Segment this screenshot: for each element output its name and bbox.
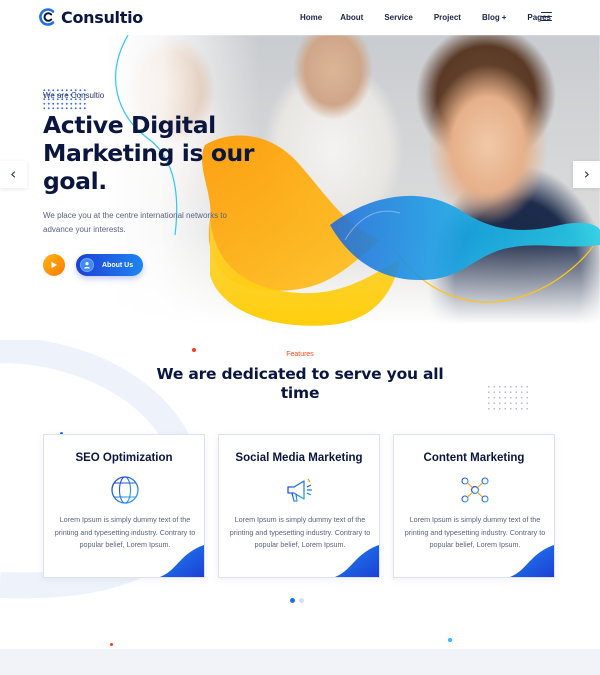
brand-logo[interactable]: Consultio: [38, 7, 143, 27]
chevron-right-icon: [584, 171, 589, 178]
feature-card-content[interactable]: Content Marketing Lorem Ipsum is simply …: [393, 434, 555, 578]
brand-name: Consultio: [61, 7, 143, 27]
globe-icon: [111, 476, 139, 504]
card-corner-wave: [160, 545, 204, 577]
card-title: Social Media Marketing: [235, 452, 363, 464]
nav-home[interactable]: Home: [300, 13, 322, 22]
site-header: Consultio Home About Service Project Blo…: [0, 0, 600, 35]
features-title: We are dedicated to serve you all time: [156, 365, 444, 402]
hero-eyebrow: We are Consultio: [43, 91, 105, 100]
card-corner-wave: [335, 545, 379, 577]
plus-icon: +: [501, 13, 507, 22]
decor-dot: [110, 643, 113, 646]
nav-blog-label: Blog: [481, 13, 500, 22]
megaphone-icon: [287, 478, 312, 502]
about-us-label: About Us: [102, 261, 134, 269]
slider-prev-button[interactable]: [0, 161, 27, 188]
play-video-button[interactable]: [43, 254, 65, 276]
logo-mark-icon: [39, 8, 55, 26]
features-dot-pattern: [486, 384, 532, 410]
decor-dot: [448, 638, 452, 642]
card-corner-wave: [510, 545, 554, 577]
feature-card-seo[interactable]: SEO Optimization Lorem Ipsum is simply d…: [43, 434, 205, 578]
hero-section: We are Consultio Active Digital Marketin…: [0, 35, 600, 340]
card-title: SEO Optimization: [75, 452, 173, 464]
network-users-icon: [461, 477, 489, 503]
nav-blog[interactable]: Blog +: [482, 13, 506, 22]
hero-title: Active Digital Marketing is our goal.: [43, 111, 255, 195]
pager-dot-active[interactable]: [290, 598, 295, 603]
nav-project[interactable]: Project: [434, 13, 461, 22]
next-section-band: [0, 649, 600, 675]
play-icon: [51, 261, 57, 269]
hamburger-menu-icon[interactable]: [541, 12, 552, 21]
card-title: Content Marketing: [423, 452, 525, 464]
features-eyebrow: Features: [286, 351, 314, 358]
hero-description: We place you at the centre international…: [43, 211, 227, 234]
slider-next-button[interactable]: [573, 161, 600, 188]
nav-about[interactable]: About: [340, 13, 363, 22]
user-icon: [80, 258, 94, 272]
about-us-button[interactable]: About Us: [76, 254, 143, 276]
pager-dot[interactable]: [299, 598, 304, 603]
feature-card-social-media[interactable]: Social Media Marketing Lorem Ipsum is si…: [218, 434, 380, 578]
main-nav: Home About Service Project Blog + Pages: [300, 0, 572, 35]
chevron-left-icon: [11, 171, 16, 178]
features-pager: [290, 598, 304, 603]
nav-service[interactable]: Service: [384, 13, 412, 22]
